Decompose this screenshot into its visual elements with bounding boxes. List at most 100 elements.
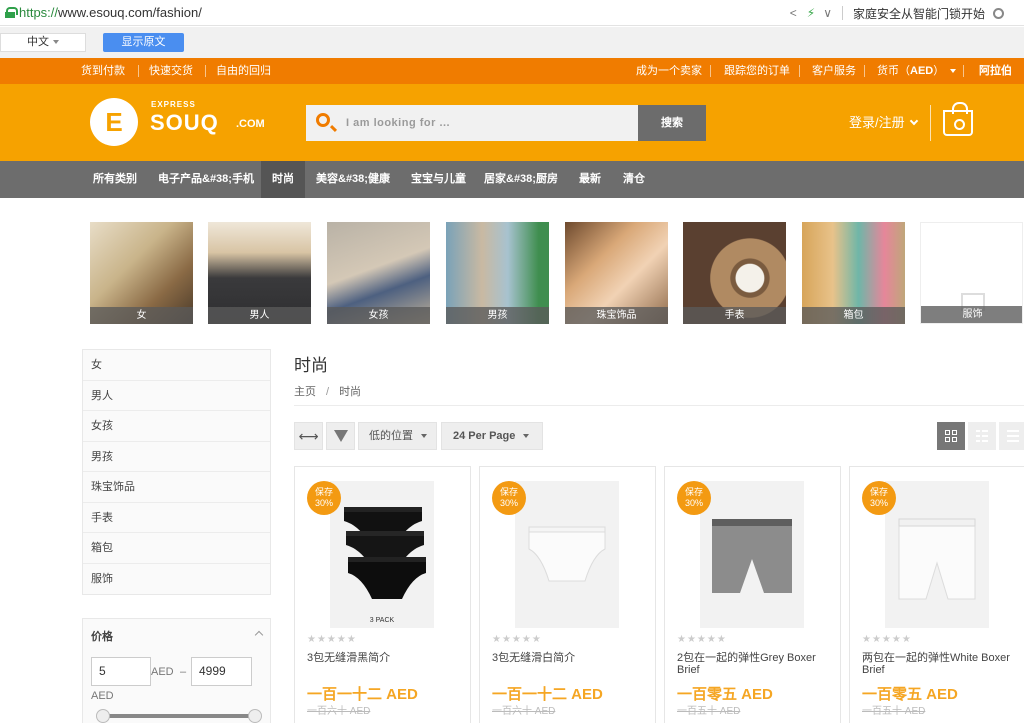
rating-stars: ★★★★★ bbox=[677, 634, 727, 645]
login-label: 登录/注册 bbox=[849, 115, 905, 130]
link-free-returns[interactable]: 自由的回归 bbox=[216, 58, 271, 84]
browser-address-bar[interactable]: https://www.esouq.com/fashion/ < ⚡ ∨ 家庭安… bbox=[0, 0, 1024, 26]
currency-close: ） bbox=[933, 65, 945, 77]
product-image[interactable]: 3 PACK bbox=[330, 481, 434, 628]
chevron-down-icon bbox=[909, 116, 918, 126]
show-original-button[interactable]: 显示原文 bbox=[103, 33, 184, 52]
product-card[interactable]: 保存 30% ★★★★★ 两包在一起的弹性White Boxer Brief 一百… bbox=[849, 466, 1024, 723]
search-placeholder: I am looking for ... bbox=[346, 117, 451, 129]
sidebar-item-girls[interactable]: 女孩 bbox=[83, 411, 270, 442]
product-card[interactable]: 保存 30% ★★★★★ 2包在一起的弹性Grey Boxer Brief 一百零… bbox=[664, 466, 841, 723]
product-name[interactable]: 3包无缝滑白简介 bbox=[492, 652, 652, 664]
product-card[interactable]: 保存 30% ★★★★★ 3包无缝滑白简介 一百一十二 AED 一百六十 AED bbox=[479, 466, 656, 723]
caret-down-icon bbox=[523, 434, 530, 439]
category-label: 服饰 bbox=[921, 306, 1022, 323]
url-text[interactable]: www.esouq.com/fashion/ bbox=[58, 5, 202, 20]
product-old-price: 一百五十 AED bbox=[862, 706, 926, 717]
category-tile-men[interactable]: 男人 bbox=[208, 222, 311, 324]
badge-percent: 30% bbox=[684, 498, 703, 508]
grid-view-button[interactable] bbox=[937, 422, 965, 450]
link-become-seller[interactable]: 成为一个卖家 bbox=[636, 58, 702, 84]
chevron-up-icon[interactable] bbox=[254, 630, 264, 640]
product-image[interactable] bbox=[885, 481, 989, 628]
link-customer-service[interactable]: 客户服务 bbox=[812, 58, 856, 84]
product-name[interactable]: 两包在一起的弹性White Boxer Brief bbox=[862, 652, 1022, 676]
nav-new[interactable]: 最新 bbox=[579, 161, 601, 198]
link-fast-delivery[interactable]: 快速交货 bbox=[149, 58, 193, 84]
category-tile-jewelry[interactable]: 珠宝饰品 bbox=[565, 222, 668, 324]
category-tile-women[interactable]: 女 bbox=[90, 222, 193, 324]
category-nav: 所有类别 电子产品&#38;手机 时尚 美容&#38;健康 宝宝与儿童 居家&#… bbox=[0, 161, 1024, 198]
price-filter: 价格 5 AED – 4999 AED bbox=[82, 618, 271, 723]
nav-all-categories[interactable]: 所有类别 bbox=[82, 161, 148, 198]
category-label: 珠宝饰品 bbox=[565, 307, 668, 324]
breadcrumb-home[interactable]: 主页 bbox=[294, 386, 316, 398]
divider bbox=[294, 405, 1024, 406]
sidebar-item-apparel[interactable]: 服饰 bbox=[83, 564, 270, 595]
price-slider-min-handle[interactable] bbox=[96, 709, 110, 723]
category-tile-watches[interactable]: 手表 bbox=[683, 222, 786, 324]
product-price: 一百零五 AED bbox=[677, 686, 773, 703]
product-price: 一百零五 AED bbox=[862, 686, 958, 703]
price-max-input[interactable]: 4999 bbox=[191, 657, 252, 686]
nav-beauty[interactable]: 美容&#38;健康 bbox=[316, 161, 390, 198]
chevron-down-icon[interactable]: ∨ bbox=[823, 6, 832, 20]
nav-electronics[interactable]: 电子产品&#38;手机 bbox=[158, 161, 254, 198]
product-image[interactable] bbox=[515, 481, 619, 628]
product-name[interactable]: 3包无缝滑黑简介 bbox=[307, 652, 467, 664]
nav-clearance[interactable]: 清仓 bbox=[623, 161, 645, 198]
share-icon[interactable]: < bbox=[790, 6, 797, 20]
nav-fashion[interactable]: 时尚 bbox=[261, 161, 305, 198]
price-slider-max-handle[interactable] bbox=[248, 709, 262, 723]
category-tile-bags[interactable]: 箱包 bbox=[802, 222, 905, 324]
language-select-label: 中文 bbox=[27, 36, 49, 48]
product-card[interactable]: 保存 30% 3 PACK ★★★★★ 3包无缝滑黑简介 一百一十二 AED 一百… bbox=[294, 466, 471, 723]
link-arabic[interactable]: 阿拉伯 bbox=[979, 58, 1012, 84]
breadcrumb: 主页 / 时尚 bbox=[294, 383, 361, 399]
currency-select[interactable]: 货币（AED） bbox=[877, 58, 957, 84]
nav-home-kitchen[interactable]: 居家&#38;厨房 bbox=[484, 161, 558, 198]
sidebar-item-women[interactable]: 女 bbox=[83, 350, 270, 381]
rating-stars: ★★★★★ bbox=[862, 634, 912, 645]
product-price: 一百一十二 AED bbox=[492, 686, 603, 703]
briefs-black-image bbox=[344, 507, 426, 599]
search-input[interactable]: I am looking for ... bbox=[306, 105, 639, 141]
search-button[interactable]: 搜索 bbox=[638, 105, 706, 141]
category-tile-boys[interactable]: 男孩 bbox=[446, 222, 549, 324]
per-page-label: 24 Per Page bbox=[453, 430, 516, 442]
list-view-button[interactable] bbox=[999, 422, 1024, 450]
sidebar-item-bags[interactable]: 箱包 bbox=[83, 533, 270, 564]
product-name[interactable]: 2包在一起的弹性Grey Boxer Brief bbox=[677, 652, 837, 676]
category-tile-apparel[interactable]: 服饰 bbox=[920, 222, 1023, 324]
link-cash-on-delivery[interactable]: 货到付款 bbox=[81, 58, 125, 84]
sidebar-item-jewelry[interactable]: 珠宝饰品 bbox=[83, 472, 270, 503]
compact-list-view-button[interactable] bbox=[968, 422, 996, 450]
boxer-grey-image bbox=[712, 519, 792, 593]
product-image[interactable] bbox=[700, 481, 804, 628]
search-icon[interactable] bbox=[993, 7, 1004, 19]
category-label: 女 bbox=[90, 307, 193, 324]
link-track-order[interactable]: 跟踪您的订单 bbox=[724, 58, 790, 84]
sidebar-item-boys[interactable]: 男孩 bbox=[83, 442, 270, 472]
address-bar-divider bbox=[841, 6, 843, 20]
login-register-link[interactable]: 登录/注册 bbox=[849, 112, 918, 131]
caret-down-icon bbox=[950, 69, 957, 74]
shopping-bag-icon[interactable] bbox=[943, 102, 973, 136]
per-page-select[interactable]: 24 Per Page bbox=[441, 422, 543, 450]
price-min-input[interactable]: 5 bbox=[91, 657, 151, 686]
price-filter-title: 价格 bbox=[91, 631, 113, 643]
expand-arrows-icon[interactable]: ⟷ bbox=[294, 422, 323, 450]
category-label: 女孩 bbox=[327, 307, 430, 324]
site-header: E EXPRESS SOUQ .COM I am looking for ...… bbox=[0, 84, 1024, 161]
language-select[interactable]: 中文 bbox=[0, 33, 86, 52]
bolt-icon[interactable]: ⚡ bbox=[807, 6, 815, 20]
sidebar-item-watches[interactable]: 手表 bbox=[83, 503, 270, 533]
category-tile-girls[interactable]: 女孩 bbox=[327, 222, 430, 324]
sort-select[interactable]: 低的位置 bbox=[358, 422, 437, 450]
filter-icon[interactable] bbox=[326, 422, 355, 450]
header-divider bbox=[930, 105, 931, 141]
nav-baby-kids[interactable]: 宝宝与儿童 bbox=[411, 161, 466, 198]
sidebar-item-men[interactable]: 男人 bbox=[83, 381, 270, 411]
search-suggestion[interactable]: 家庭安全从智能门锁开始 bbox=[853, 5, 985, 22]
price-slider-track[interactable] bbox=[103, 714, 255, 718]
